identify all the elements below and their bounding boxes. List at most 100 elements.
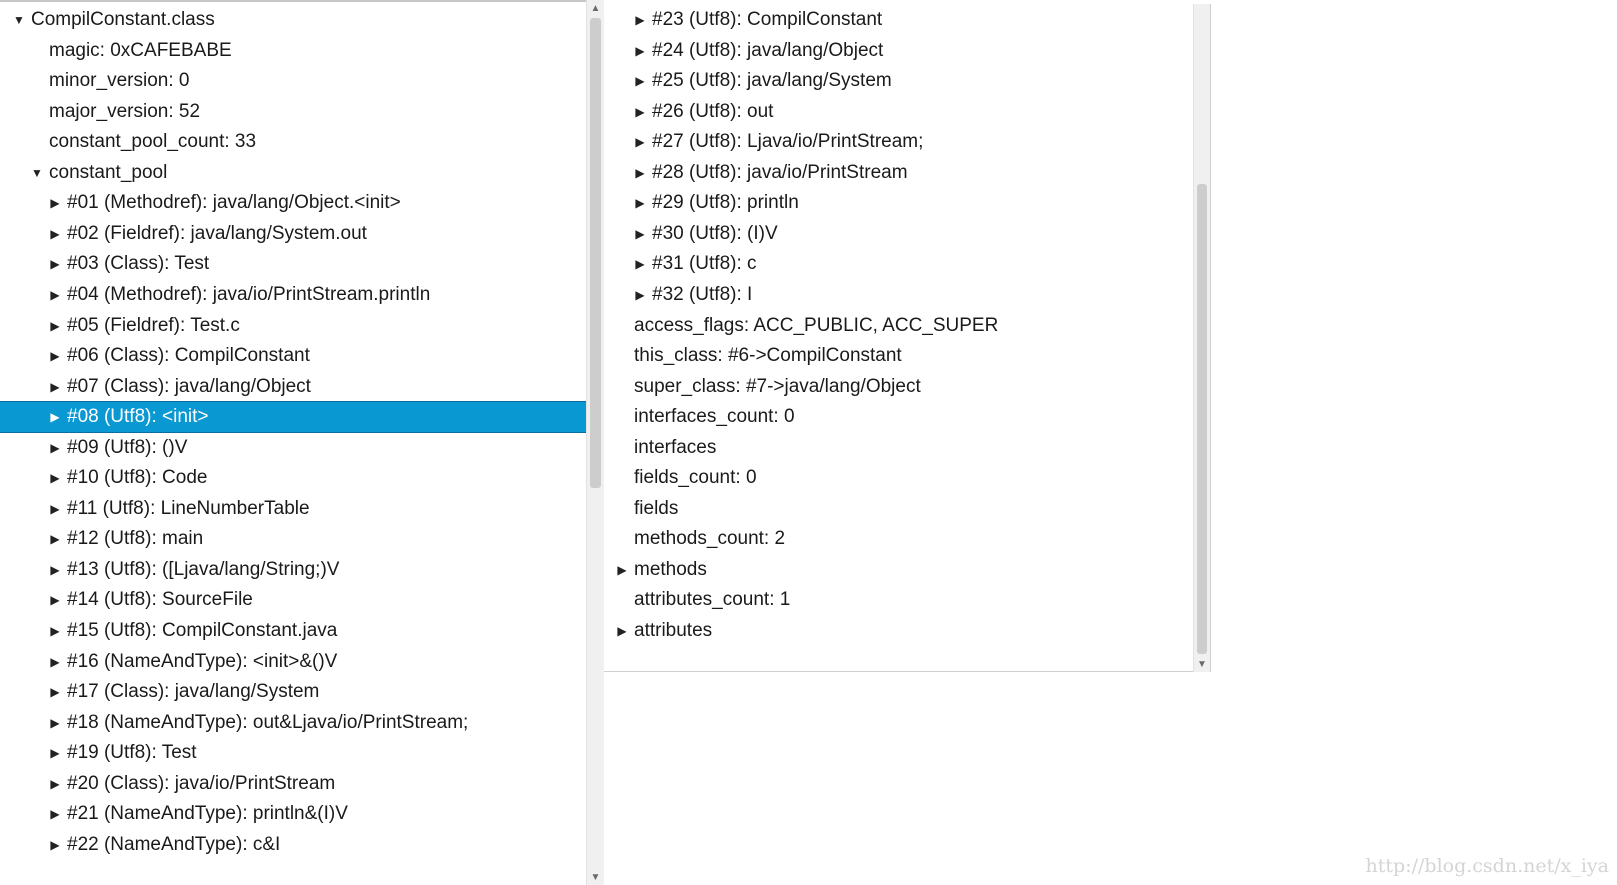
collapsed-arrow-icon[interactable]: ▶ — [633, 219, 647, 249]
tree-node[interactable]: ▶ #14 (Utf8): SourceFile — [0, 585, 586, 615]
tree-node-label: #04 (Methodref): java/io/PrintStream.pri… — [67, 283, 431, 305]
tree-node-label: #25 (Utf8): java/lang/System — [652, 70, 892, 92]
collapsed-arrow-icon[interactable]: ▶ — [633, 280, 647, 310]
scroll-down-arrow-icon[interactable]: ▼ — [587, 869, 604, 885]
collapsed-arrow-icon[interactable]: ▶ — [633, 97, 647, 127]
tree-node[interactable]: this_class: #6->CompilConstant — [604, 341, 1193, 371]
tree-node[interactable]: fields — [604, 494, 1193, 524]
collapsed-arrow-icon[interactable]: ▶ — [48, 280, 62, 310]
expanded-arrow-icon[interactable]: ▼ — [12, 5, 26, 35]
tree-node[interactable]: ▶ #01 (Methodref): java/lang/Object.<init… — [0, 188, 586, 218]
collapsed-arrow-icon[interactable]: ▶ — [633, 188, 647, 218]
tree-node[interactable]: ▶ #07 (Class): java/lang/Object — [0, 372, 586, 402]
tree-node-label: #18 (NameAndType): out&Ljava/io/PrintStr… — [67, 711, 469, 733]
tree-node[interactable]: ▶ #22 (NameAndType): c&I — [0, 830, 586, 860]
collapsed-arrow-icon[interactable]: ▶ — [633, 36, 647, 66]
collapsed-arrow-icon[interactable]: ▶ — [48, 463, 62, 493]
tree-node[interactable]: ▶ #23 (Utf8): CompilConstant — [604, 5, 1193, 35]
right-vertical-scrollbar[interactable]: ▼ — [1193, 4, 1211, 672]
tree-node[interactable]: magic: 0xCAFEBABE — [0, 36, 586, 66]
tree-node[interactable]: ▶ #29 (Utf8): println — [604, 188, 1193, 218]
collapsed-arrow-icon[interactable]: ▶ — [48, 647, 62, 677]
tree-node[interactable]: ▶ #10 (Utf8): Code — [0, 463, 586, 493]
tree-node[interactable]: ▶ #12 (Utf8): main — [0, 524, 586, 554]
tree-node[interactable]: ▶ #05 (Fieldref): Test.c — [0, 311, 586, 341]
tree-node[interactable]: ▶ #31 (Utf8): c — [604, 249, 1193, 279]
tree-node[interactable]: ▶ #27 (Utf8): Ljava/io/PrintStream; — [604, 127, 1193, 157]
collapsed-arrow-icon[interactable]: ▶ — [48, 311, 62, 341]
collapsed-arrow-icon[interactable]: ▶ — [48, 341, 62, 371]
tree-node[interactable]: ▶ #04 (Methodref): java/io/PrintStream.pr… — [0, 280, 586, 310]
tree-node[interactable]: ▶ #32 (Utf8): I — [604, 280, 1193, 310]
tree-node[interactable]: fields_count: 0 — [604, 463, 1193, 493]
scroll-down-arrow-icon[interactable]: ▼ — [1194, 656, 1210, 672]
collapsed-arrow-icon[interactable]: ▶ — [633, 66, 647, 96]
tree-node[interactable]: ▼ CompilConstant.class — [0, 5, 586, 35]
tree-node[interactable]: ▼ constant_pool — [0, 158, 586, 188]
tree-node[interactable]: ▶ #03 (Class): Test — [0, 249, 586, 279]
tree-node[interactable]: ▶ #16 (NameAndType): <init>&()V — [0, 647, 586, 677]
collapsed-arrow-icon[interactable]: ▶ — [48, 616, 62, 646]
collapsed-arrow-icon[interactable]: ▶ — [48, 799, 62, 829]
tree-node[interactable]: ▶ #18 (NameAndType): out&Ljava/io/PrintSt… — [0, 708, 586, 738]
tree-node-label: CompilConstant.class — [31, 9, 215, 30]
tree-node[interactable]: ▶ #28 (Utf8): java/io/PrintStream — [604, 158, 1193, 188]
tree-node[interactable]: ▶ #06 (Class): CompilConstant — [0, 341, 586, 371]
tree-node[interactable]: minor_version: 0 — [0, 66, 586, 96]
collapsed-arrow-icon[interactable]: ▶ — [48, 738, 62, 768]
collapsed-arrow-icon[interactable]: ▶ — [48, 219, 62, 249]
tree-node[interactable]: ▶ #02 (Fieldref): java/lang/System.out — [0, 219, 586, 249]
tree-node[interactable]: super_class: #7->java/lang/Object — [604, 372, 1193, 402]
tree-node[interactable]: ▶ attributes — [604, 616, 1193, 646]
collapsed-arrow-icon[interactable]: ▶ — [48, 769, 62, 799]
collapsed-arrow-icon[interactable]: ▶ — [633, 249, 647, 279]
scroll-up-arrow-icon[interactable]: ▲ — [587, 0, 604, 16]
right-tree-pane: ▶ #23 (Utf8): CompilConstant ▶ #24 (Utf8): … — [604, 0, 1209, 672]
collapsed-arrow-icon[interactable]: ▶ — [48, 555, 62, 585]
tree-node[interactable]: constant_pool_count: 33 — [0, 127, 586, 157]
collapsed-arrow-icon[interactable]: ▶ — [48, 708, 62, 738]
tree-node[interactable]: ▶ #26 (Utf8): out — [604, 97, 1193, 127]
collapsed-arrow-icon[interactable]: ▶ — [633, 127, 647, 157]
tree-node[interactable]: ▶ methods — [604, 555, 1193, 585]
collapsed-arrow-icon[interactable]: ▶ — [633, 5, 647, 35]
tree-node[interactable]: major_version: 52 — [0, 97, 586, 127]
tree-node[interactable]: ▶ #24 (Utf8): java/lang/Object — [604, 36, 1193, 66]
tree-node[interactable]: attributes_count: 1 — [604, 585, 1193, 615]
collapsed-arrow-icon[interactable]: ▶ — [48, 494, 62, 524]
tree-node[interactable]: interfaces_count: 0 — [604, 402, 1193, 432]
tree-node[interactable]: interfaces — [604, 433, 1193, 463]
tree-node[interactable]: ▶ #19 (Utf8): Test — [0, 738, 586, 768]
collapsed-arrow-icon[interactable]: ▶ — [48, 677, 62, 707]
collapsed-arrow-icon[interactable]: ▶ — [48, 188, 62, 218]
scrollbar-thumb[interactable] — [1197, 184, 1207, 654]
collapsed-arrow-icon[interactable]: ▶ — [615, 555, 629, 585]
tree-node[interactable]: ▶ #13 (Utf8): ([Ljava/lang/String;)V — [0, 555, 586, 585]
left-vertical-scrollbar[interactable]: ▲ ▼ — [586, 0, 604, 885]
collapsed-arrow-icon[interactable]: ▶ — [48, 433, 62, 463]
collapsed-arrow-icon[interactable]: ▶ — [48, 372, 62, 402]
tree-node[interactable]: ▶ #30 (Utf8): (I)V — [604, 219, 1193, 249]
tree-node[interactable]: ▶ #09 (Utf8): ()V — [0, 433, 586, 463]
collapsed-arrow-icon[interactable]: ▶ — [615, 616, 629, 646]
tree-node-selected[interactable]: ▶ #08 (Utf8): <init> — [0, 401, 587, 434]
tree-node-label: attributes_count: 1 — [634, 589, 791, 611]
collapsed-arrow-icon[interactable]: ▶ — [48, 524, 62, 554]
scrollbar-thumb[interactable] — [590, 18, 601, 488]
expanded-arrow-icon[interactable]: ▼ — [30, 158, 44, 188]
collapsed-arrow-icon[interactable]: ▶ — [48, 249, 62, 279]
tree-node[interactable]: methods_count: 2 — [604, 524, 1193, 554]
collapsed-arrow-icon[interactable]: ▶ — [633, 158, 647, 188]
tree-node[interactable]: access_flags: ACC_PUBLIC, ACC_SUPER — [604, 311, 1193, 341]
collapsed-arrow-icon[interactable]: ▶ — [48, 830, 62, 860]
tree-node[interactable]: ▶ #20 (Class): java/io/PrintStream — [0, 769, 586, 799]
tree-node[interactable]: ▶ #15 (Utf8): CompilConstant.java — [0, 616, 586, 646]
collapsed-arrow-icon[interactable]: ▶ — [48, 402, 62, 432]
collapsed-arrow-icon[interactable]: ▶ — [48, 585, 62, 615]
tree-node[interactable]: ▶ #25 (Utf8): java/lang/System — [604, 66, 1193, 96]
tree-node[interactable]: ▶ #11 (Utf8): LineNumberTable — [0, 494, 586, 524]
tree-node[interactable]: ▶ #21 (NameAndType): println&(I)V — [0, 799, 586, 829]
tree-node[interactable]: ▶ #17 (Class): java/lang/System — [0, 677, 586, 707]
